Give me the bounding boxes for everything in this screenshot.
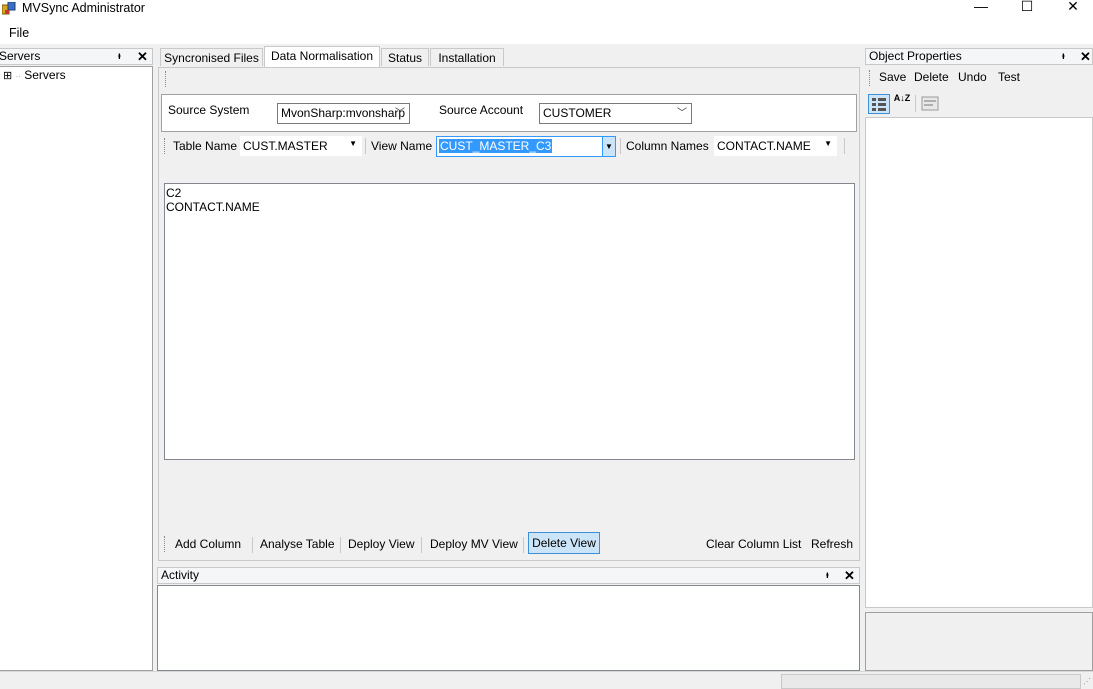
menu-bar — [0, 22, 1093, 44]
property-grid[interactable] — [865, 117, 1093, 608]
view-name-label: View Name — [371, 139, 433, 153]
table-name-combo[interactable]: CUST.MASTER ▼ — [240, 136, 362, 156]
toolbar-separator — [915, 95, 916, 112]
activity-panel-header: Activity ᵻ ✕ — [157, 567, 860, 584]
title-bar — [0, 0, 1093, 22]
maximize-button[interactable]: ☐ — [1004, 0, 1050, 14]
chevron-down-icon: ﹀ — [677, 108, 687, 119]
close-window-button[interactable]: ✕ — [1050, 0, 1093, 14]
app-icon — [1, 1, 16, 16]
delete-button[interactable]: Delete — [914, 67, 949, 87]
view-name-value[interactable]: CUST_MASTER_C3 — [439, 139, 553, 153]
column-list[interactable]: C2 CONTACT.NAME — [164, 183, 855, 460]
pin-icon[interactable]: ᵻ — [1062, 49, 1065, 64]
chevron-down-icon: ﹀ — [395, 108, 405, 119]
toolbar-separator — [252, 537, 253, 553]
source-system-value: MvonSharp:mvonsharp — [281, 106, 406, 120]
property-description-panel — [865, 612, 1093, 671]
menu-file[interactable]: File — [9, 26, 29, 40]
clear-column-list-button[interactable]: Clear Column List — [706, 534, 801, 554]
tab-syncronised-files[interactable]: Syncronised Files — [160, 48, 263, 66]
servers-tree: ⊞ ·· Servers — [0, 66, 153, 671]
sort-alphabetical-icon[interactable]: A↓Z — [893, 94, 911, 114]
column-names-label: Column Names — [626, 139, 709, 153]
tree-expand-icon[interactable]: ⊞ — [3, 70, 12, 82]
undo-button[interactable]: Undo — [958, 67, 987, 87]
view-name-combo[interactable]: CUST_MASTER_C3 ▼ — [436, 136, 616, 157]
close-icon[interactable]: ✕ — [137, 50, 148, 63]
categorized-view-icon[interactable] — [868, 94, 890, 114]
source-system-select[interactable]: MvonSharp:mvonsharp ﹀ — [277, 103, 410, 124]
toolbar-grip[interactable] — [164, 536, 167, 552]
servers-panel-header: Servers ᵻ ✕ — [0, 48, 153, 65]
dropdown-arrow-icon: ▼ — [824, 139, 832, 148]
refresh-button[interactable]: Refresh — [811, 534, 853, 554]
column-names-combo[interactable]: CONTACT.NAME ▼ — [714, 136, 837, 156]
toolbar-separator — [365, 138, 366, 154]
tab-status[interactable]: Status — [381, 48, 429, 66]
tab-installation[interactable]: Installation — [430, 48, 504, 66]
status-progress-area — [781, 674, 1081, 689]
object-properties-header: Object Properties ᵻ ✕ — [865, 48, 1093, 65]
activity-log[interactable] — [157, 585, 860, 671]
toolbar-separator — [523, 537, 524, 553]
window-title: MVSync Administrator — [22, 1, 145, 15]
deploy-mv-view-button[interactable]: Deploy MV View — [430, 534, 518, 554]
property-pages-icon[interactable] — [921, 96, 939, 111]
source-system-label: Source System — [168, 103, 250, 117]
source-account-label: Source Account — [439, 103, 524, 117]
resize-grip-icon[interactable]: ⋰ — [1083, 677, 1093, 687]
dropdown-arrow-icon[interactable]: ▼ — [602, 137, 615, 156]
save-button[interactable]: Save — [879, 67, 906, 87]
toolbar-separator — [340, 537, 341, 553]
list-item[interactable]: C2 — [166, 186, 853, 200]
object-properties-title: Object Properties — [869, 49, 962, 63]
source-account-select[interactable]: CUSTOMER ﹀ — [539, 103, 692, 124]
activity-panel-title: Activity — [161, 568, 200, 582]
delete-view-button[interactable]: Delete View — [528, 532, 600, 554]
add-column-button[interactable]: Add Column — [175, 534, 241, 554]
test-button[interactable]: Test — [998, 67, 1020, 87]
close-icon[interactable]: ✕ — [1080, 50, 1091, 63]
toolbar-grip[interactable] — [869, 70, 872, 86]
minimize-button[interactable]: — — [958, 0, 1004, 14]
pin-icon[interactable]: ᵻ — [826, 568, 829, 583]
table-name-label: Table Name — [173, 139, 238, 153]
dropdown-arrow-icon: ▼ — [349, 139, 357, 148]
analyse-table-button[interactable]: Analyse Table — [260, 534, 335, 554]
toolbar-grip[interactable] — [165, 71, 168, 87]
pin-icon[interactable]: ᵻ — [118, 49, 121, 64]
toolbar-separator — [421, 537, 422, 553]
table-name-value: CUST.MASTER — [243, 139, 328, 153]
toolbar-grip[interactable] — [164, 138, 167, 154]
tree-node-servers[interactable]: ⊞ ·· Servers — [3, 68, 66, 82]
deploy-view-button[interactable]: Deploy View — [348, 534, 414, 554]
tree-connector-icon: ·· — [15, 72, 21, 81]
tab-data-normalisation[interactable]: Data Normalisation — [264, 46, 380, 68]
column-names-value: CONTACT.NAME — [717, 139, 811, 153]
servers-panel-title: Servers — [0, 49, 41, 63]
list-item[interactable]: CONTACT.NAME — [166, 200, 853, 214]
tree-node-label: Servers — [24, 68, 66, 82]
toolbar-separator — [620, 138, 621, 154]
close-icon[interactable]: ✕ — [844, 569, 855, 582]
toolbar-separator — [844, 138, 845, 154]
source-account-value: CUSTOMER — [543, 106, 612, 120]
